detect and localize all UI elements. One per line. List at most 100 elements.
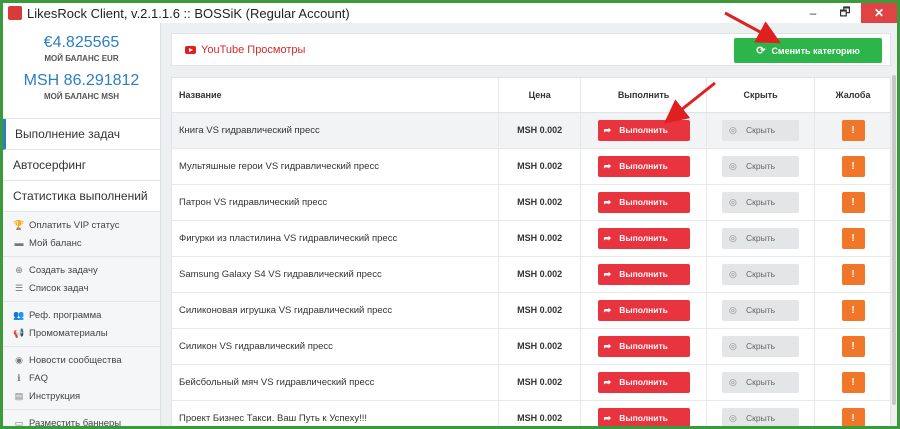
hide-button[interactable]: ◎ Скрыть	[722, 155, 800, 177]
sidebar-sub-item[interactable]: ℹ FAQ	[13, 369, 160, 387]
execute-button[interactable]: ➦ Выполнить	[597, 191, 690, 213]
title-bar: LikesRock Client, v.2.1.1.6 :: BOSSiK (R…	[3, 3, 897, 23]
execute-button[interactable]: ➦ Выполнить	[597, 227, 690, 249]
table-header-row: Название Цена Выполнить Скрыть Жалоба	[172, 78, 890, 113]
hide-button[interactable]: ◎ Скрыть	[722, 263, 800, 285]
execute-label: Выполнить	[619, 269, 668, 279]
task-price: MSH 0.002	[498, 256, 582, 293]
task-name: Бейсбольный мяч VS гидравлический пресс	[172, 364, 500, 401]
warning-icon[interactable]: !	[841, 263, 865, 285]
execute-button[interactable]: ➦ Выполнить	[597, 371, 690, 393]
execute-button[interactable]: ➦ Выполнить	[597, 299, 690, 321]
sidebar-sub-item[interactable]: ☰ Список задач	[13, 279, 160, 297]
share-icon: ➦	[603, 412, 612, 423]
scrollbar[interactable]	[891, 73, 897, 426]
scrollbar-thumb[interactable]	[892, 75, 896, 405]
sidebar-sub-item[interactable]: ▬ Мой баланс	[13, 234, 160, 252]
hide-button[interactable]: ◎ Скрыть	[722, 371, 800, 393]
eye-slash-icon: ◎	[729, 268, 737, 279]
execute-label: Выполнить	[619, 377, 668, 387]
youtube-icon	[185, 45, 196, 54]
sidebar-main-nav: Выполнение задач Автосерфинг Статистика …	[3, 119, 160, 212]
sidebar-sub-item[interactable]: 🏆 Оплатить VIP статус	[13, 216, 160, 234]
hide-cell: ◎ Скрыть	[706, 364, 816, 401]
table-row: Силикон VS гидравлический пресс MSH 0.00…	[172, 328, 890, 365]
megaphone-icon: 📢	[13, 327, 25, 338]
sidebar-item-autosurf[interactable]: Автосерфинг	[3, 150, 160, 181]
sidebar-sub-item-label: Создать задачу	[29, 264, 98, 276]
warning-icon[interactable]: !	[841, 155, 865, 177]
hide-button[interactable]: ◎ Скрыть	[722, 299, 800, 321]
category-title: YouTube Просмотры	[201, 43, 306, 56]
warning-icon[interactable]: !	[841, 407, 865, 426]
minimize-button[interactable]: ‒	[797, 3, 829, 23]
execute-button[interactable]: ➦ Выполнить	[597, 119, 690, 141]
sidebar-group: 🏆 Оплатить VIP статус ▬ Мой баланс	[3, 212, 160, 257]
sidebar-sub-item[interactable]: 👥 Реф. программа	[13, 306, 160, 324]
warning-icon[interactable]: !	[841, 227, 865, 249]
hide-button[interactable]: ◎ Скрыть	[722, 191, 800, 213]
execute-label: Выполнить	[619, 233, 668, 243]
complaint-cell: !	[814, 256, 890, 293]
eur-balance-label: МОЙ БАЛАНС EUR	[44, 54, 119, 63]
hide-label: Скрыть	[746, 125, 776, 135]
eye-slash-icon: ◎	[729, 376, 737, 387]
execute-cell: ➦ Выполнить	[580, 292, 708, 329]
complaint-cell: !	[814, 220, 890, 257]
execute-button[interactable]: ➦ Выполнить	[597, 263, 690, 285]
sidebar-sub-item[interactable]: ▤ Инструкция	[13, 387, 160, 405]
execute-label: Выполнить	[619, 341, 668, 351]
category-bar: YouTube Просмотры ⟳ Сменить категорию	[171, 33, 891, 66]
sidebar-sub-nav: 🏆 Оплатить VIP статус ▬ Мой баланс ⊕ Создать …	[3, 212, 160, 427]
hide-label: Скрыть	[746, 341, 776, 351]
execute-label: Выполнить	[619, 197, 668, 207]
change-category-button[interactable]: ⟳ Сменить категорию	[734, 38, 882, 63]
table-row: Мультяшные герои VS гидравлический пресс…	[172, 148, 890, 185]
warning-icon[interactable]: !	[841, 335, 865, 357]
hide-button[interactable]: ◎ Скрыть	[722, 335, 800, 357]
eye-slash-icon: ◎	[729, 124, 737, 135]
share-icon: ➦	[603, 160, 612, 171]
execute-cell: ➦ Выполнить	[580, 220, 708, 257]
hide-label: Скрыть	[746, 161, 776, 171]
task-name: Мультяшные герои VS гидравлический пресс	[172, 148, 500, 185]
execute-cell: ➦ Выполнить	[580, 148, 708, 185]
restore-button[interactable]: 🗗	[829, 3, 861, 23]
eye-slash-icon: ◎	[729, 196, 737, 207]
close-button[interactable]: ✕	[861, 3, 897, 23]
sidebar-sub-item-label: Новости сообщества	[29, 354, 122, 366]
execute-button[interactable]: ➦ Выполнить	[597, 335, 690, 357]
complaint-cell: !	[814, 112, 890, 149]
sidebar-item-statistics[interactable]: Статистика выполнений	[3, 181, 160, 212]
table-row: Бейсбольный мяч VS гидравлический пресс …	[172, 364, 890, 401]
warning-icon[interactable]: !	[841, 191, 865, 213]
sidebar-sub-item-label: Реф. программа	[29, 309, 102, 321]
hide-button[interactable]: ◎ Скрыть	[722, 227, 800, 249]
warning-icon[interactable]: !	[841, 299, 865, 321]
share-icon: ➦	[603, 376, 612, 387]
execute-button[interactable]: ➦ Выполнить	[597, 155, 690, 177]
hide-button[interactable]: ◎ Скрыть	[722, 407, 800, 426]
complaint-cell: !	[814, 184, 890, 221]
share-icon: ➦	[603, 124, 612, 135]
sidebar-sub-item[interactable]: ◉ Новости сообщества	[13, 351, 160, 369]
warning-icon[interactable]: !	[841, 371, 865, 393]
warning-icon[interactable]: !	[841, 119, 865, 141]
hide-cell: ◎ Скрыть	[706, 328, 816, 365]
tasks-table: Название Цена Выполнить Скрыть Жалоба Кн…	[171, 77, 891, 426]
app-window: LikesRock Client, v.2.1.1.6 :: BOSSiK (R…	[0, 0, 900, 429]
sidebar-sub-item[interactable]: 📢 Промоматериалы	[13, 324, 160, 342]
sidebar-item-tasks[interactable]: Выполнение задач	[3, 119, 160, 150]
sidebar-group: ▭ Разместить баннеры	[3, 410, 160, 427]
hide-label: Скрыть	[746, 413, 776, 423]
table-row: Фигурки из пластилина VS гидравлический …	[172, 220, 890, 257]
sidebar: €4.825565 МОЙ БАЛАНС EUR MSH 86.291812 М…	[3, 23, 161, 427]
task-name: Силикон VS гидравлический пресс	[172, 328, 500, 365]
execute-button[interactable]: ➦ Выполнить	[597, 407, 690, 426]
hide-cell: ◎ Скрыть	[706, 400, 816, 426]
sidebar-sub-item[interactable]: ▭ Разместить баннеры	[13, 414, 160, 427]
hide-button[interactable]: ◎ Скрыть	[722, 119, 800, 141]
task-price: MSH 0.002	[498, 184, 582, 221]
hide-cell: ◎ Скрыть	[706, 292, 816, 329]
sidebar-sub-item[interactable]: ⊕ Создать задачу	[13, 261, 160, 279]
